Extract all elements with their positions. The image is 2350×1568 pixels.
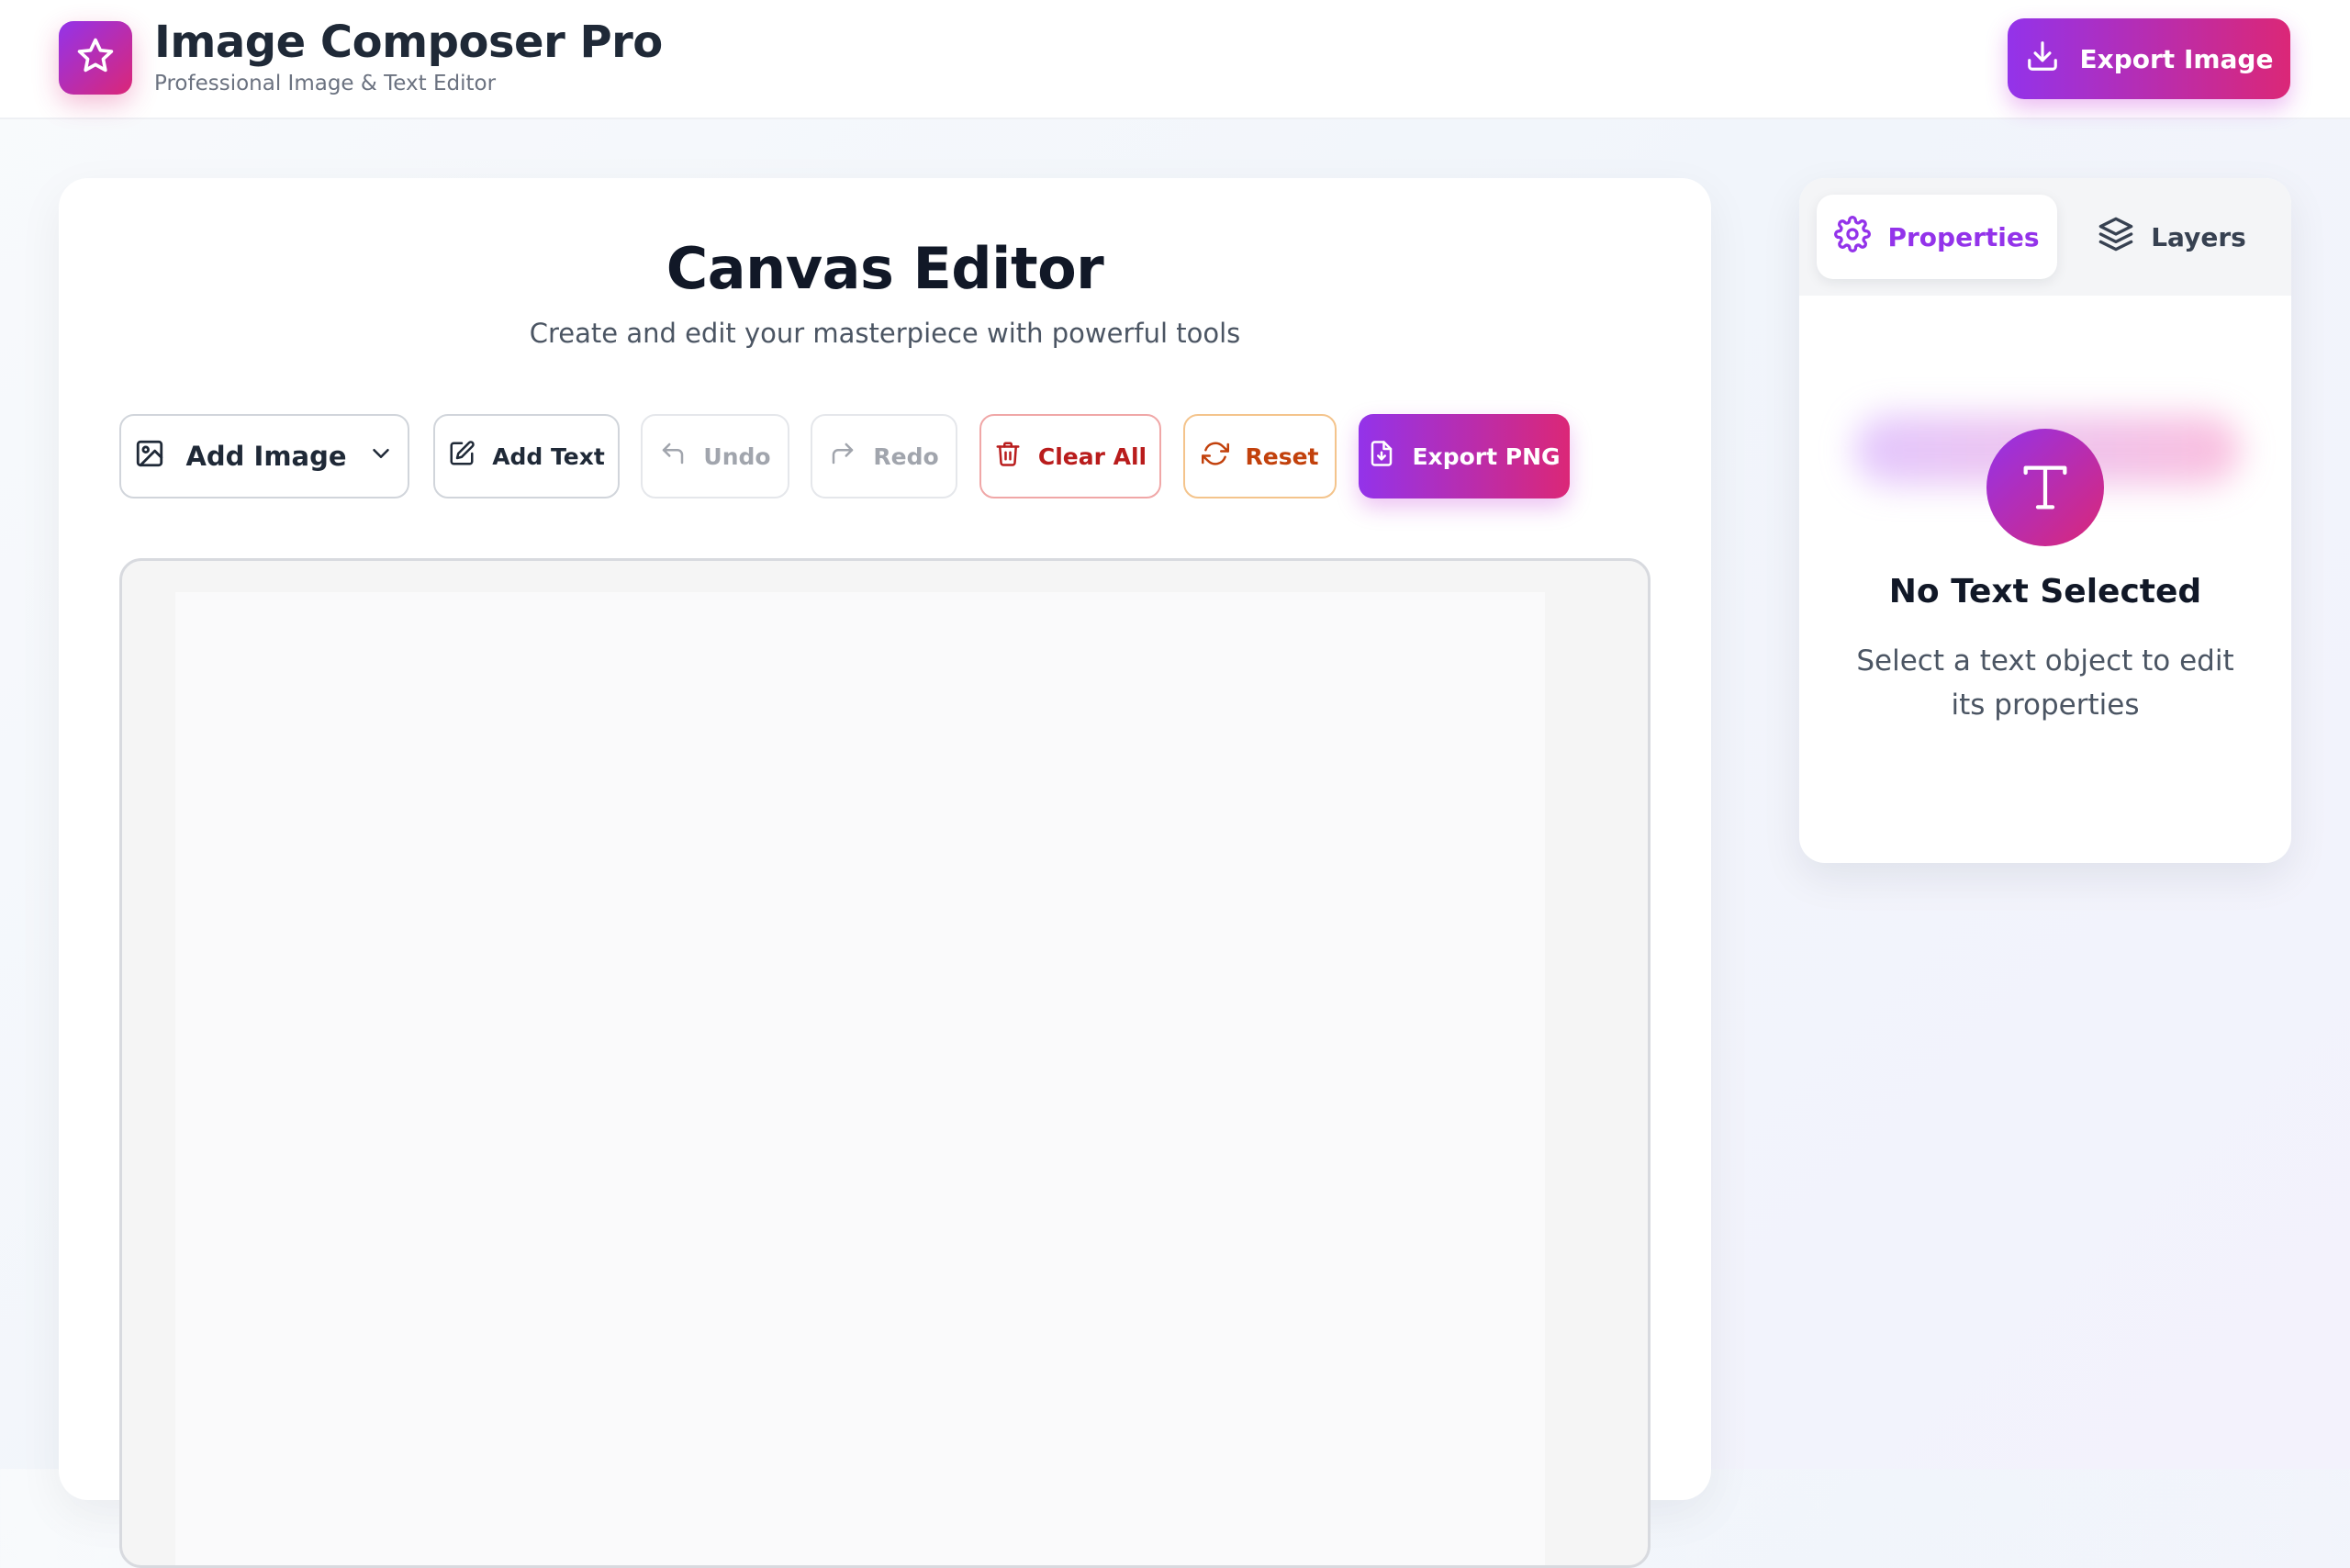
reset-button[interactable]: Reset <box>1183 414 1337 498</box>
tab-properties-label: Properties <box>1887 221 2040 252</box>
empty-state-title: No Text Selected <box>1888 573 2202 610</box>
redo-button[interactable]: Redo <box>811 414 957 498</box>
app-subtitle: Professional Image & Text Editor <box>154 72 497 95</box>
add-text-label: Add Text <box>492 442 605 470</box>
add-image-button[interactable]: Add Image <box>119 414 409 498</box>
redo-label: Redo <box>873 442 939 470</box>
export-png-button[interactable]: Export PNG <box>1359 414 1570 498</box>
file-download-icon <box>1368 440 1395 473</box>
tab-properties[interactable]: Properties <box>1817 195 2057 279</box>
image-icon <box>134 438 165 476</box>
star-icon <box>75 36 116 80</box>
tab-layers-label: Layers <box>2151 221 2246 252</box>
app-logo <box>59 21 132 95</box>
no-selection-state: No Text Selected Select a text object to… <box>1799 296 2291 863</box>
tab-layers[interactable]: Layers <box>2070 195 2274 279</box>
export-image-button[interactable]: Export Image <box>2008 18 2290 99</box>
download-icon <box>2025 39 2060 80</box>
chevron-down-icon <box>367 440 395 474</box>
undo-icon <box>659 440 687 473</box>
redo-icon <box>829 440 856 473</box>
clear-all-label: Clear All <box>1037 442 1147 470</box>
properties-panel: Properties Layers No Text Selected Selec… <box>1799 178 2291 863</box>
undo-label: Undo <box>703 442 771 470</box>
undo-button[interactable]: Undo <box>641 414 789 498</box>
refresh-icon <box>1201 440 1229 473</box>
app-header: Image Composer Pro Professional Image & … <box>0 0 2350 119</box>
layers-icon <box>2098 216 2134 259</box>
clear-all-button[interactable]: Clear All <box>979 414 1161 498</box>
canvas-title: Canvas Editor <box>666 235 1104 302</box>
canvas-editor-card: Canvas Editor Create and edit your maste… <box>59 178 1711 1568</box>
text-type-icon <box>1986 429 2104 546</box>
app-title: Image Composer Pro <box>154 17 663 68</box>
canvas-subtitle: Create and edit your masterpiece with po… <box>529 318 1241 349</box>
gear-icon <box>1834 215 1872 259</box>
canvas-surface[interactable] <box>175 592 1545 1565</box>
canvas-frame <box>119 558 1651 1568</box>
add-text-button[interactable]: Add Text <box>433 414 620 498</box>
reset-label: Reset <box>1245 442 1319 470</box>
add-image-label: Add Image <box>185 441 347 472</box>
trash-icon <box>994 440 1022 473</box>
edit-icon <box>448 440 476 473</box>
panel-tabs: Properties Layers <box>1799 178 2291 296</box>
export-image-label: Export Image <box>2079 43 2274 74</box>
empty-state-description: Select a text object to edit its propert… <box>1856 644 2234 722</box>
export-png-label: Export PNG <box>1412 442 1561 470</box>
